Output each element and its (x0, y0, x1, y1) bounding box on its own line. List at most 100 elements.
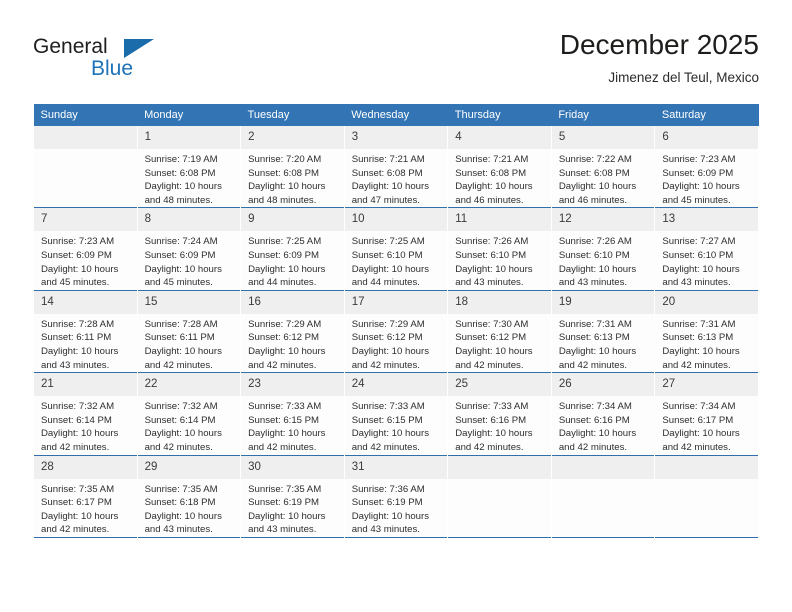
daylight-duration-line1: Daylight: 10 hours (662, 263, 740, 275)
weekday-header-wednesday: Wednesday (344, 104, 448, 126)
calendar-week-row: 21 Sunrise: 7:32 AM Sunset: 6:14 PM Dayligh… (33, 372, 759, 455)
day-details: Sunrise: 7:34 AM Sunset: 6:17 PM Daylight:… (655, 396, 758, 454)
brand-logo[interactable]: General Blue (33, 36, 213, 92)
calendar-day-cell[interactable]: 4 Sunrise: 7:21 AM Sunset: 6:08 PM Daylight… (447, 126, 552, 208)
day-number: 12 (551, 208, 655, 232)
calendar-day-cell[interactable]: 16 Sunrise: 7:29 AM Sunset: 6:12 PM Dayligh… (240, 290, 345, 373)
sunset-time: Sunset: 6:08 PM (144, 167, 216, 179)
daylight-duration-line1: Daylight: 10 hours (662, 181, 740, 193)
daylight-duration-line1: Daylight: 10 hours (41, 345, 119, 357)
page-header: General Blue December 2025 Jimenez del T… (33, 28, 759, 96)
weekday-header-thursday: Thursday (447, 104, 552, 126)
day-number: 2 (241, 126, 344, 149)
calendar-day-cell[interactable]: 30 Sunrise: 7:35 AM Sunset: 6:19 PM Dayligh… (240, 455, 345, 538)
calendar-day-cell[interactable]: 29 Sunrise: 7:35 AM Sunset: 6:18 PM Dayligh… (136, 455, 242, 538)
daylight-duration-line1: Daylight: 10 hours (144, 181, 222, 193)
day-number: 24 (344, 373, 448, 397)
daylight-duration-line1: Daylight: 10 hours (351, 263, 430, 275)
day-details: Sunrise: 7:31 AM Sunset: 6:13 PM Daylight:… (552, 314, 655, 372)
sunset-time: Sunset: 6:08 PM (351, 167, 423, 179)
daylight-duration-line2: and 42 minutes. (455, 359, 524, 371)
daylight-duration-line2: and 47 minutes. (351, 194, 420, 206)
day-number: 19 (551, 290, 655, 314)
daylight-duration-line2: and 42 minutes. (558, 359, 628, 371)
day-details: Sunrise: 7:31 AM Sunset: 6:13 PM Daylight:… (655, 314, 758, 372)
calendar-day-cell[interactable]: 5 Sunrise: 7:22 AM Sunset: 6:08 PM Daylight… (550, 126, 656, 208)
calendar-day-cell[interactable]: 2 Sunrise: 7:20 AM Sunset: 6:08 PM Daylight… (240, 126, 345, 208)
calendar-day-cell[interactable]: 7 Sunrise: 7:23 AM Sunset: 6:09 PM Daylight… (33, 207, 138, 291)
daylight-duration-line1: Daylight: 10 hours (455, 345, 533, 357)
daylight-duration-line1: Daylight: 10 hours (558, 428, 637, 440)
sunset-time: Sunset: 6:12 PM (248, 332, 320, 344)
sunset-time: Sunset: 6:10 PM (558, 249, 630, 261)
daylight-duration-line2: and 48 minutes. (248, 194, 317, 206)
daylight-duration-line2: and 48 minutes. (144, 194, 213, 206)
day-details: Sunrise: 7:30 AM Sunset: 6:12 PM Daylight:… (448, 314, 551, 372)
calendar-day-cell[interactable]: 27 Sunrise: 7:34 AM Sunset: 6:17 PM Dayligh… (654, 372, 759, 455)
triangle-flag-icon (124, 39, 154, 58)
calendar-day-cell[interactable]: 1 Sunrise: 7:19 AM Sunset: 6:08 PM Daylight… (136, 126, 242, 208)
calendar-day-cell[interactable]: 6 Sunrise: 7:23 AM Sunset: 6:09 PM Daylight… (654, 126, 759, 208)
calendar-day-cell[interactable]: 21 Sunrise: 7:32 AM Sunset: 6:14 PM Dayligh… (33, 372, 138, 455)
calendar-day-cell[interactable]: 22 Sunrise: 7:32 AM Sunset: 6:14 PM Dayligh… (136, 372, 242, 455)
calendar-day-cell[interactable]: 14 Sunrise: 7:28 AM Sunset: 6:11 PM Dayligh… (33, 290, 138, 373)
sunset-time: Sunset: 6:12 PM (455, 332, 527, 344)
sunset-time: Sunset: 6:10 PM (455, 249, 527, 261)
sunset-time: Sunset: 6:10 PM (351, 249, 423, 261)
day-number: 22 (137, 373, 241, 397)
daylight-duration-line2: and 42 minutes. (351, 441, 420, 453)
weekday-header-saturday: Saturday (654, 104, 759, 126)
daylight-duration-line2: and 43 minutes. (248, 524, 317, 536)
calendar-day-cell[interactable]: 12 Sunrise: 7:26 AM Sunset: 6:10 PM Dayligh… (550, 207, 656, 291)
day-number: 16 (241, 290, 344, 314)
day-number: 31 (344, 455, 448, 479)
calendar-day-cell[interactable]: 28 Sunrise: 7:35 AM Sunset: 6:17 PM Dayligh… (33, 455, 138, 538)
calendar-day-cell[interactable]: 8 Sunrise: 7:24 AM Sunset: 6:09 PM Daylight… (136, 207, 242, 291)
calendar-day-cell[interactable]: 26 Sunrise: 7:34 AM Sunset: 6:16 PM Dayligh… (550, 372, 656, 455)
daylight-duration-line1: Daylight: 10 hours (41, 263, 119, 275)
daylight-duration-line1: Daylight: 10 hours (558, 345, 637, 357)
calendar-day-cell[interactable]: 17 Sunrise: 7:29 AM Sunset: 6:12 PM Dayligh… (343, 290, 449, 373)
calendar-day-cell[interactable]: 11 Sunrise: 7:26 AM Sunset: 6:10 PM Dayligh… (447, 207, 552, 291)
sunset-time: Sunset: 6:13 PM (558, 332, 630, 344)
calendar-day-cell[interactable]: 10 Sunrise: 7:25 AM Sunset: 6:10 PM Dayligh… (343, 207, 449, 291)
brand-name-blue: Blue (91, 57, 134, 80)
daylight-duration-line2: and 42 minutes. (558, 441, 628, 453)
sunset-time: Sunset: 6:17 PM (41, 497, 112, 509)
day-details: Sunrise: 7:36 AM Sunset: 6:19 PM Daylight:… (345, 479, 448, 537)
daylight-duration-line1: Daylight: 10 hours (144, 263, 222, 275)
calendar-day-cell[interactable]: 23 Sunrise: 7:33 AM Sunset: 6:15 PM Dayligh… (240, 372, 345, 455)
day-details: Sunrise: 7:35 AM Sunset: 6:18 PM Daylight:… (138, 479, 241, 537)
daylight-duration-line2: and 42 minutes. (351, 359, 420, 371)
calendar-day-cell[interactable]: 13 Sunrise: 7:27 AM Sunset: 6:10 PM Dayligh… (654, 207, 759, 291)
calendar-day-cell[interactable]: 15 Sunrise: 7:28 AM Sunset: 6:11 PM Dayligh… (136, 290, 242, 373)
calendar-day-cell[interactable]: 9 Sunrise: 7:25 AM Sunset: 6:09 PM Daylight… (240, 207, 345, 291)
day-details: Sunrise: 7:20 AM Sunset: 6:08 PM Daylight:… (241, 149, 344, 207)
calendar-week-row: 7 Sunrise: 7:23 AM Sunset: 6:09 PM Daylight… (33, 207, 759, 291)
calendar-day-cell[interactable]: 19 Sunrise: 7:31 AM Sunset: 6:13 PM Dayligh… (550, 290, 656, 373)
sunrise-time: Sunrise: 7:24 AM (144, 236, 218, 248)
daylight-duration-line2: and 42 minutes. (248, 359, 317, 371)
day-number: 3 (344, 126, 448, 149)
calendar-day-cell[interactable]: 25 Sunrise: 7:33 AM Sunset: 6:16 PM Dayligh… (447, 372, 552, 455)
sunrise-time: Sunrise: 7:30 AM (455, 318, 529, 330)
day-details: Sunrise: 7:26 AM Sunset: 6:10 PM Daylight:… (552, 231, 655, 289)
calendar-day-cell[interactable]: 18 Sunrise: 7:30 AM Sunset: 6:12 PM Dayligh… (447, 290, 552, 373)
sunset-time: Sunset: 6:14 PM (41, 414, 112, 426)
daylight-duration-line2: and 42 minutes. (41, 441, 110, 453)
calendar-day-cell[interactable]: 31 Sunrise: 7:36 AM Sunset: 6:19 PM Dayligh… (343, 455, 449, 538)
daylight-duration-line1: Daylight: 10 hours (248, 263, 326, 275)
daylight-duration-line2: and 45 minutes. (144, 277, 213, 289)
daylight-duration-line2: and 43 minutes. (455, 277, 524, 289)
title-block: December 2025 Jimenez del Teul, Mexico (560, 28, 759, 88)
calendar-day-cell[interactable]: 3 Sunrise: 7:21 AM Sunset: 6:08 PM Daylight… (343, 126, 449, 208)
sunrise-time: Sunrise: 7:35 AM (248, 483, 322, 495)
calendar-day-cell[interactable]: 20 Sunrise: 7:31 AM Sunset: 6:13 PM Dayligh… (654, 290, 759, 373)
day-number (34, 126, 137, 149)
calendar-day-cell[interactable]: 24 Sunrise: 7:33 AM Sunset: 6:15 PM Dayligh… (343, 372, 449, 455)
day-number: 17 (344, 290, 448, 314)
sunrise-time: Sunrise: 7:32 AM (144, 401, 218, 413)
day-number: 18 (448, 290, 551, 314)
weekday-header-monday: Monday (137, 104, 241, 126)
location-subtitle: Jimenez del Teul, Mexico (608, 70, 759, 85)
